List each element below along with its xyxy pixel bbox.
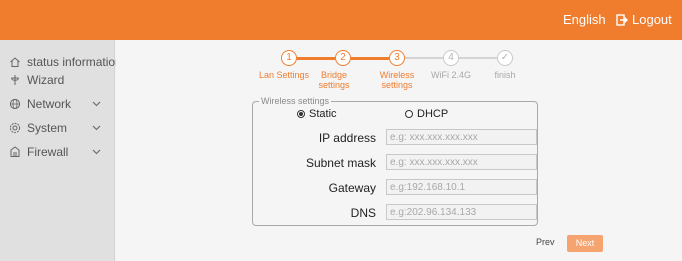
sidebar-item-network[interactable]: Network <box>9 96 113 112</box>
step-finish-circle: ✓ <box>497 50 513 66</box>
dns-input[interactable] <box>386 204 537 220</box>
radio-selected-icon <box>297 110 305 118</box>
step-3-label: Wireless settings <box>379 70 415 90</box>
step-connector <box>351 57 389 60</box>
step-4-circle: 4 <box>443 50 459 66</box>
step-1-circle: 1 <box>281 50 297 66</box>
step-finish-label: finish <box>494 70 516 80</box>
ip-address-input[interactable] <box>386 129 537 145</box>
sidebar-item-firewall[interactable]: Firewall <box>9 144 113 160</box>
sidebar-item-wizard[interactable]: Wizard <box>9 72 64 88</box>
chevron-down-icon <box>92 149 101 155</box>
sidebar-item-system[interactable]: System <box>9 120 113 136</box>
gear-icon <box>9 122 21 134</box>
dhcp-radio[interactable]: DHCP <box>405 108 448 120</box>
sidebar-item-status-information[interactable]: status information <box>9 54 122 70</box>
sidebar-item-label: Network <box>27 97 72 111</box>
wizard-stepper: 1 2 3 4 ✓ Lan Settings Bridge settings W… <box>116 40 682 100</box>
logout-label: Logout <box>632 12 672 27</box>
step-connector <box>297 57 335 60</box>
step-2-circle: 2 <box>335 50 351 66</box>
radio-unselected-icon <box>405 110 413 118</box>
logout-icon <box>616 14 628 26</box>
static-radio[interactable]: Static <box>297 108 337 120</box>
static-radio-label: Static <box>309 108 337 120</box>
language-selector[interactable]: English <box>563 12 606 28</box>
step-connector <box>459 57 497 59</box>
main-content: 1 2 3 4 ✓ Lan Settings Bridge settings W… <box>116 40 682 261</box>
step-3-circle: 3 <box>389 50 405 66</box>
logout-button[interactable]: Logout <box>616 12 672 28</box>
step-connector <box>405 57 443 59</box>
dns-label: DNS <box>350 206 376 220</box>
wireless-settings-legend: Wireless settings <box>261 96 330 106</box>
dhcp-radio-label: DHCP <box>417 108 449 120</box>
home-icon <box>9 56 21 68</box>
step-2-label: Bridge settings <box>318 70 350 90</box>
chevron-down-icon <box>92 101 101 107</box>
step-1-label: Lan Settings <box>258 70 310 80</box>
top-bar: English Logout <box>0 0 682 40</box>
gateway-input[interactable] <box>386 179 537 195</box>
sidebar-item-label: System <box>27 121 68 135</box>
sidebar-item-label: status information <box>27 55 122 69</box>
prev-button[interactable]: Prev <box>536 236 555 248</box>
chevron-down-icon <box>92 125 101 131</box>
sidebar-item-label: Firewall <box>27 145 69 159</box>
firewall-icon <box>9 146 21 158</box>
wizard-icon <box>9 74 21 86</box>
ip-address-label: IP address <box>318 131 376 145</box>
gateway-label: Gateway <box>328 181 376 195</box>
next-button[interactable]: Next <box>567 235 603 252</box>
subnet-mask-input[interactable] <box>386 154 537 170</box>
globe-icon <box>9 98 21 110</box>
step-4-label: WiFi 2.4G <box>430 70 471 80</box>
sidebar-item-label: Wizard <box>27 73 65 87</box>
subnet-mask-label: Subnet mask <box>305 156 376 170</box>
sidebar: status information Wizard Network System… <box>0 40 122 261</box>
